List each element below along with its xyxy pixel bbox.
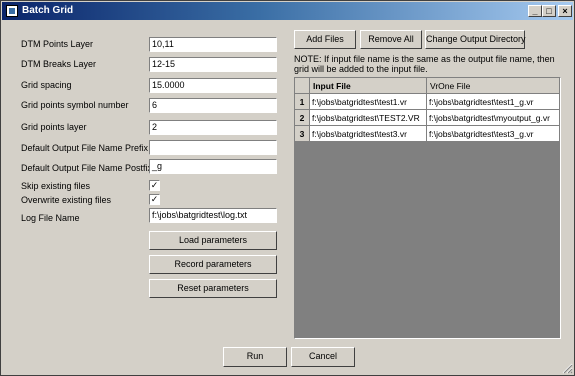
table-row[interactable]: 1 f:\jobs\batgridtest\test1.vr f:\jobs\b…: [295, 93, 560, 110]
output-postfix-input[interactable]: _g: [149, 159, 277, 174]
grid-corner-cell[interactable]: [295, 78, 310, 94]
output-prefix-input[interactable]: [149, 140, 277, 155]
log-file-input[interactable]: f:\jobs\batgridtest\log.txt: [149, 208, 277, 223]
cancel-button[interactable]: Cancel: [291, 347, 355, 367]
column-header-vrone-file[interactable]: VrOne File: [426, 78, 560, 94]
log-file-label: Log File Name: [21, 213, 80, 223]
grid-points-symbol-label: Grid points symbol number: [21, 100, 129, 110]
table-header-row: Input File VrOne File: [295, 78, 560, 94]
vrone-file-cell[interactable]: f:\jobs\batgridtest\test3_g.vr: [426, 125, 560, 142]
output-prefix-label: Default Output File Name Prefix: [21, 143, 149, 153]
output-postfix-label: Default Output File Name Postfix: [21, 163, 153, 173]
row-number[interactable]: 3: [295, 125, 310, 142]
grid-points-layer-input[interactable]: 2: [149, 120, 277, 135]
add-files-button[interactable]: Add Files: [294, 30, 356, 49]
input-file-cell[interactable]: f:\jobs\batgridtest\test1.vr: [309, 93, 427, 110]
record-parameters-button[interactable]: Record parameters: [149, 255, 277, 274]
remove-all-button[interactable]: Remove All: [360, 30, 422, 49]
maximize-button[interactable]: □: [542, 5, 556, 17]
file-grid[interactable]: Input File VrOne File 1 f:\jobs\batgridt…: [294, 77, 561, 339]
load-parameters-button[interactable]: Load parameters: [149, 231, 277, 250]
overwrite-existing-checkbox[interactable]: ✓: [149, 194, 160, 205]
vrone-file-cell[interactable]: f:\jobs\batgridtest\myoutput_g.vr: [426, 109, 560, 126]
title-bar[interactable]: Batch Grid _ □ ×: [2, 2, 573, 20]
minimize-button[interactable]: _: [528, 5, 542, 17]
column-header-input-file[interactable]: Input File: [309, 78, 427, 94]
batch-grid-window: Batch Grid _ □ × DTM Points Layer 10,11 …: [0, 0, 575, 376]
grid-spacing-label: Grid spacing: [21, 80, 72, 90]
table-row[interactable]: 2 f:\jobs\batgridtest\TEST2.VR f:\jobs\b…: [295, 109, 560, 126]
skip-existing-label: Skip existing files: [21, 181, 91, 191]
skip-existing-checkbox[interactable]: ✓: [149, 180, 160, 191]
overwrite-existing-label: Overwrite existing files: [21, 195, 112, 205]
input-file-cell[interactable]: f:\jobs\batgridtest\test3.vr: [309, 125, 427, 142]
window-title: Batch Grid: [22, 5, 74, 16]
dtm-points-layer-input[interactable]: 10,11: [149, 37, 277, 52]
grid-points-layer-label: Grid points layer: [21, 122, 87, 132]
dtm-points-layer-label: DTM Points Layer: [21, 39, 94, 49]
reset-parameters-button[interactable]: Reset parameters: [149, 279, 277, 298]
table-row[interactable]: 3 f:\jobs\batgridtest\test3.vr f:\jobs\b…: [295, 125, 560, 142]
grid-points-symbol-input[interactable]: 6: [149, 98, 277, 113]
vrone-file-cell[interactable]: f:\jobs\batgridtest\test1_g.vr: [426, 93, 560, 110]
row-number[interactable]: 2: [295, 109, 310, 126]
run-button[interactable]: Run: [223, 347, 287, 367]
row-number[interactable]: 1: [295, 93, 310, 110]
note-text: NOTE: If input file name is the same as …: [294, 54, 555, 74]
app-icon: [6, 5, 18, 17]
dtm-breaks-layer-input[interactable]: 12-15: [149, 57, 277, 72]
grid-spacing-input[interactable]: 15.0000: [149, 78, 277, 93]
file-table: Input File VrOne File 1 f:\jobs\batgridt…: [295, 78, 560, 142]
close-button[interactable]: ×: [558, 5, 572, 17]
change-output-directory-button[interactable]: Change Output Directory: [425, 30, 526, 49]
input-file-cell[interactable]: f:\jobs\batgridtest\TEST2.VR: [309, 109, 427, 126]
resize-grip-icon[interactable]: [561, 362, 573, 374]
dtm-breaks-layer-label: DTM Breaks Layer: [21, 59, 97, 69]
